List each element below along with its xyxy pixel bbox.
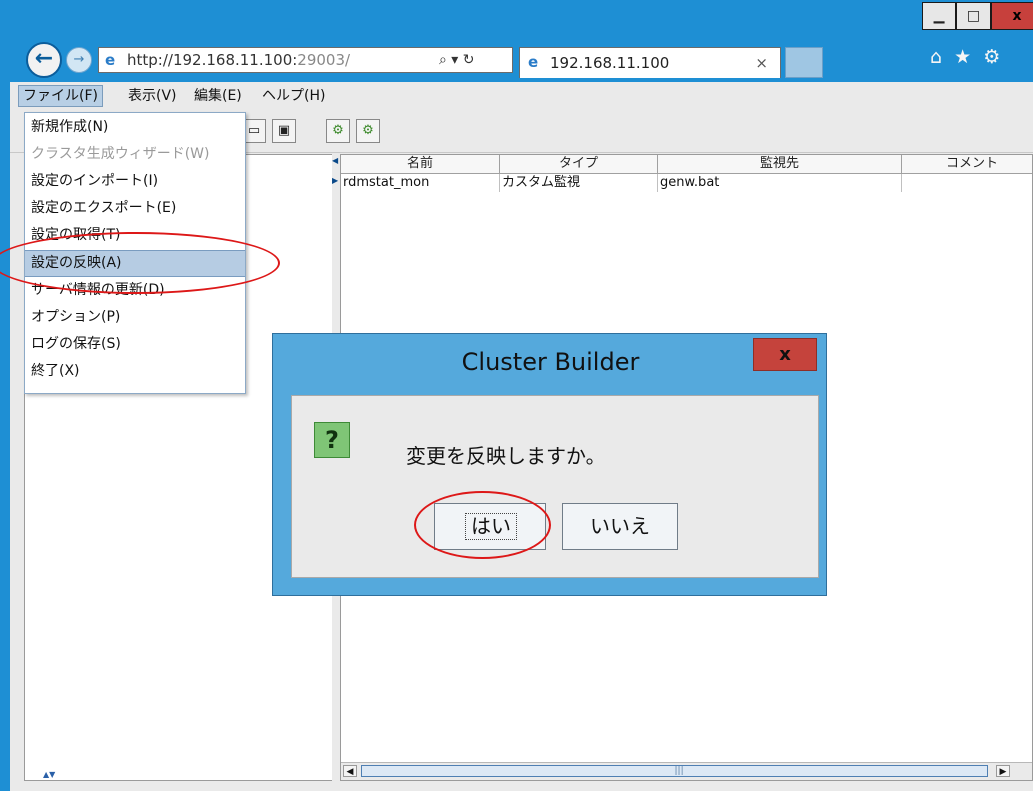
tab-close-icon[interactable]: × bbox=[755, 48, 768, 78]
menu-item-exit[interactable]: 終了(X) bbox=[25, 358, 245, 385]
yes-button-label: はい bbox=[465, 513, 517, 540]
menu-item-import[interactable]: 設定のインポート(I) bbox=[25, 168, 245, 195]
grip-icon: ||| bbox=[674, 766, 684, 776]
question-icon: ? bbox=[314, 422, 350, 458]
dialog-close-button[interactable]: x bbox=[753, 338, 817, 371]
minimize-button[interactable]: ▁ bbox=[922, 2, 956, 30]
tab-title: 192.168.11.100 bbox=[550, 54, 670, 72]
yes-button[interactable]: はい bbox=[434, 503, 546, 550]
column-header-type[interactable]: タイプ bbox=[500, 155, 658, 173]
browser-window: ▁ □ x ← → e http://192.168.11.100:29003/… bbox=[0, 0, 1033, 791]
collapse-left-icon[interactable]: ◀ bbox=[332, 156, 340, 165]
url-field[interactable]: e http://192.168.11.100:29003/ ⌕ ▾ ↻ bbox=[98, 47, 513, 73]
search-refresh-icons[interactable]: ⌕ ▾ ↻ bbox=[439, 48, 509, 72]
column-header-name[interactable]: 名前 bbox=[341, 155, 500, 173]
cell-target: genw.bat bbox=[658, 174, 902, 192]
dialog-body: ? 変更を反映しますか。 はい いいえ bbox=[291, 395, 819, 578]
dialog-message: 変更を反映しますか。 bbox=[406, 444, 606, 468]
menu-item-save-log[interactable]: ログの保存(S) bbox=[25, 331, 245, 358]
save-icon[interactable]: ▣ bbox=[272, 119, 296, 143]
menu-bar: ファイル(F) 表示(V) 編集(E) ヘルプ(H) bbox=[10, 82, 1033, 110]
menu-item-get-config[interactable]: 設定の取得(T) bbox=[25, 222, 245, 249]
menu-view[interactable]: 表示(V) bbox=[124, 85, 181, 107]
menu-item-export[interactable]: 設定のエクスポート(E) bbox=[25, 195, 245, 222]
tree-scroll-arrows-icon[interactable]: ▲▼ bbox=[43, 770, 55, 779]
menu-item-apply-config[interactable]: 設定の反映(A) bbox=[25, 250, 245, 277]
maximize-button[interactable]: □ bbox=[956, 2, 991, 30]
menu-item-update-server-info[interactable]: サーバ情報の更新(D) bbox=[25, 277, 245, 304]
scroll-thumb[interactable]: ||| bbox=[361, 765, 988, 777]
dialog-title: Cluster Builder bbox=[461, 348, 640, 376]
table-row[interactable]: rdmstat_mon カスタム監視 genw.bat bbox=[341, 174, 1032, 192]
menu-file[interactable]: ファイル(F) bbox=[18, 85, 103, 107]
forward-arrow-icon[interactable]: → bbox=[66, 47, 92, 73]
title-bar: ▁ □ x bbox=[10, 0, 1033, 40]
menu-item-new[interactable]: 新規作成(N) bbox=[25, 114, 245, 141]
cell-comment bbox=[902, 174, 1033, 192]
file-menu-dropdown: 新規作成(N) クラスタ生成ウィザード(W) 設定のインポート(I) 設定のエク… bbox=[24, 112, 246, 394]
table-header: 名前 タイプ 監視先 コメント bbox=[341, 155, 1032, 174]
servers-upload-icon[interactable]: ⚙ bbox=[356, 119, 380, 143]
ie-logo-icon: e bbox=[528, 53, 539, 71]
browser-toolbar-icons: ⌂ ★ ⚙ bbox=[930, 46, 1030, 74]
close-window-button[interactable]: x bbox=[991, 2, 1033, 30]
scroll-left-icon[interactable]: ◀ bbox=[343, 765, 357, 777]
menu-item-options[interactable]: オプション(P) bbox=[25, 304, 245, 331]
back-arrow-icon[interactable]: ← bbox=[26, 42, 62, 78]
servers-icon[interactable]: ⚙ bbox=[326, 119, 350, 143]
browser-tab[interactable]: e 192.168.11.100 × bbox=[519, 47, 781, 78]
collapse-right-icon[interactable]: ▶ bbox=[332, 176, 340, 185]
menu-item-cluster-wizard: クラスタ生成ウィザード(W) bbox=[31, 146, 210, 162]
no-button[interactable]: いいえ bbox=[562, 503, 678, 550]
column-header-comment[interactable]: コメント bbox=[902, 155, 1033, 173]
column-header-target[interactable]: 監視先 bbox=[658, 155, 902, 173]
address-bar-area: ← → e http://192.168.11.100:29003/ ⌕ ▾ ↻… bbox=[10, 42, 1033, 82]
favorites-star-icon[interactable]: ★ bbox=[954, 46, 971, 68]
home-icon[interactable]: ⌂ bbox=[930, 46, 942, 68]
settings-gear-icon[interactable]: ⚙ bbox=[983, 46, 1000, 68]
menu-help[interactable]: ヘルプ(H) bbox=[258, 85, 329, 107]
scroll-right-icon[interactable]: ▶ bbox=[996, 765, 1010, 777]
ie-logo-icon: e bbox=[105, 51, 116, 69]
cell-name: rdmstat_mon bbox=[341, 174, 500, 192]
confirm-dialog: Cluster Builder x ? 変更を反映しますか。 はい いいえ bbox=[272, 333, 827, 596]
menu-edit[interactable]: 編集(E) bbox=[190, 85, 246, 107]
new-tab-button[interactable] bbox=[785, 47, 823, 78]
horizontal-scrollbar[interactable]: ◀ ||| ▶ bbox=[341, 762, 1032, 780]
cell-type: カスタム監視 bbox=[500, 174, 658, 192]
url-text: http://192.168.11.100:29003/ bbox=[127, 51, 351, 69]
